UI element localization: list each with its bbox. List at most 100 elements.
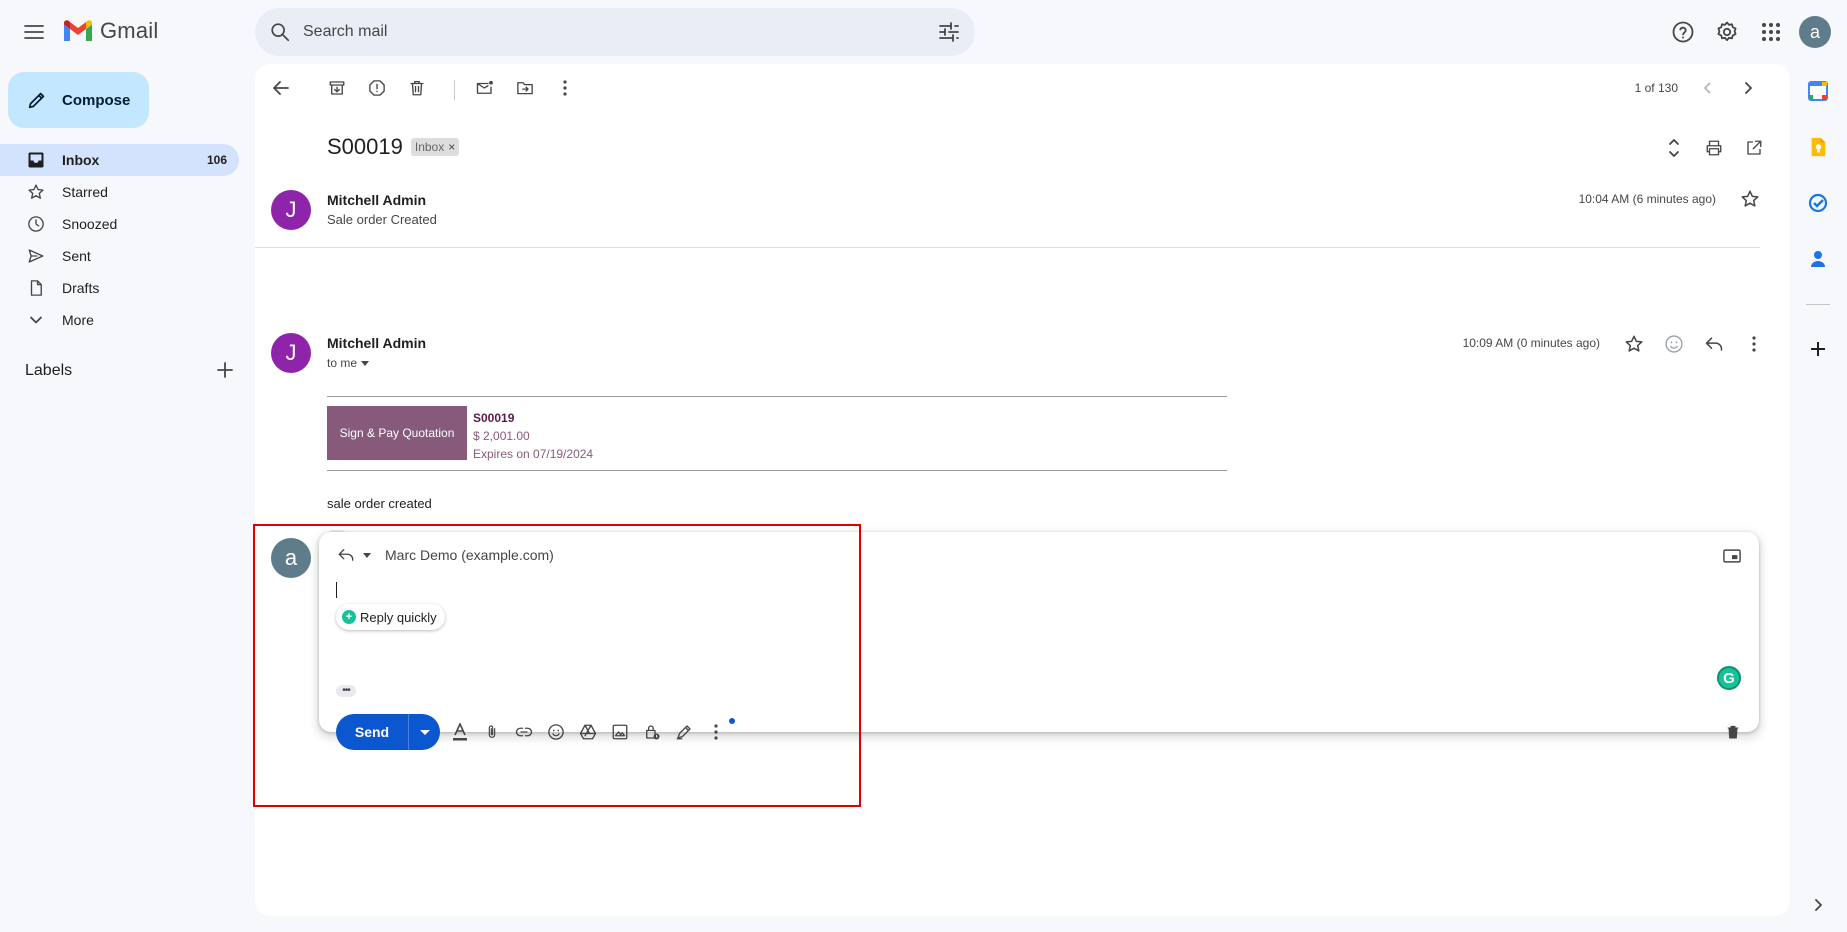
chevron-left-icon <box>1703 82 1711 94</box>
pagination-label: 1 of 130 <box>1634 81 1678 95</box>
collapsed-message[interactable]: J Mitchell Admin Sale order Created 10:0… <box>255 178 1760 248</box>
side-panel-rail <box>1790 64 1847 932</box>
reply-icon[interactable] <box>1704 334 1724 354</box>
draft-icon <box>26 278 46 298</box>
discard-draft-icon[interactable] <box>1725 723 1741 741</box>
chevron-right-icon <box>1745 82 1752 94</box>
menu-icon <box>24 25 44 39</box>
recipients-text: to me <box>327 356 358 370</box>
label-chip[interactable]: Inbox × <box>410 138 460 156</box>
top-bar: Gmail a <box>0 0 1847 64</box>
star-icon <box>26 182 46 202</box>
search-options-icon[interactable] <box>937 20 961 44</box>
move-to-button[interactable] <box>513 76 537 100</box>
pop-out-reply-icon[interactable] <box>1723 548 1741 564</box>
tasks-app-button[interactable] <box>1807 192 1829 214</box>
sidebar-item-drafts[interactable]: Drafts <box>0 272 239 304</box>
inbox-icon <box>26 150 46 170</box>
plus-icon <box>1811 342 1825 356</box>
trash-icon <box>410 80 424 96</box>
main-menu-button[interactable] <box>18 18 50 46</box>
contacts-app-button[interactable] <box>1807 248 1829 270</box>
message-snippet: Sale order Created <box>327 212 437 227</box>
calendar-app-button[interactable] <box>1807 80 1829 102</box>
google-apps-button[interactable] <box>1751 12 1791 52</box>
apps-grid-icon <box>1762 23 1780 41</box>
chevron-right-icon <box>1815 899 1822 911</box>
emoji-react-icon[interactable] <box>1664 334 1684 354</box>
pencil-icon <box>28 92 45 109</box>
top-right-actions: a <box>1659 12 1847 52</box>
sidebar-item-label: Drafts <box>62 280 100 296</box>
more-vert-icon <box>563 80 567 96</box>
message-time: 10:09 AM (0 minutes ago) <box>1462 336 1600 350</box>
sign-and-pay-button[interactable]: Sign & Pay Quotation <box>327 406 467 460</box>
subject-actions <box>1646 136 1766 160</box>
sender-avatar: J <box>271 190 311 230</box>
search-bar[interactable] <box>255 8 975 56</box>
grammarly-icon[interactable]: G <box>1717 666 1741 690</box>
caret-down-icon <box>361 360 370 366</box>
app-name: Gmail <box>100 18 159 43</box>
quotation-block: Sign & Pay Quotation S00019 $ 2,001.00 E… <box>327 396 1227 471</box>
help-icon <box>1672 21 1694 43</box>
sidebar-item-more[interactable]: More <box>0 304 239 336</box>
subject-title: S00019 <box>327 134 403 159</box>
unread-count: 106 <box>206 153 227 167</box>
keep-app-button[interactable] <box>1807 136 1829 158</box>
support-button[interactable] <box>1663 12 1703 52</box>
message-toolbar: 1 of 130 <box>255 64 1790 112</box>
sidebar-item-label: Inbox <box>62 152 100 168</box>
gmail-logo[interactable]: Gmail <box>62 18 158 44</box>
archive-icon <box>329 81 345 95</box>
clock-icon <box>26 214 46 234</box>
compose-label: Compose <box>62 91 131 109</box>
report-spam-button[interactable] <box>365 76 389 100</box>
search-input[interactable] <box>303 23 903 41</box>
sidebar-item-starred[interactable]: Starred <box>0 176 239 208</box>
message-time: 10:04 AM (6 minutes ago) <box>1578 192 1716 206</box>
account-avatar[interactable]: a <box>1799 16 1831 48</box>
compose-button[interactable]: Compose <box>8 72 149 128</box>
delete-button[interactable] <box>405 76 429 100</box>
older-button[interactable] <box>1736 76 1760 100</box>
open-in-new-icon <box>1747 140 1762 155</box>
star-icon[interactable] <box>1740 189 1760 209</box>
search-icon[interactable] <box>269 21 291 43</box>
open-new-window-button[interactable] <box>1742 136 1766 160</box>
add-label-icon[interactable] <box>215 360 235 380</box>
sidebar-item-label: More <box>62 312 94 328</box>
tasks-icon <box>1808 193 1828 213</box>
newer-button[interactable] <box>1696 76 1720 100</box>
show-side-panel-button[interactable] <box>1807 894 1829 916</box>
remove-label-icon[interactable]: × <box>448 140 455 154</box>
arrow-left-icon <box>273 81 289 95</box>
archive-button[interactable] <box>325 76 349 100</box>
highlight-annotation-box <box>253 524 861 807</box>
nav-list: Inbox 106 Starred Snoozed Sent Drafts Mo… <box>0 144 255 336</box>
more-vert-icon[interactable] <box>1752 336 1756 352</box>
subject-line: S00019 Inbox × <box>327 134 460 160</box>
labels-heading: Labels <box>25 362 73 379</box>
report-icon <box>369 80 385 96</box>
keep-icon <box>1811 137 1826 157</box>
settings-button[interactable] <box>1707 12 1747 52</box>
print-icon <box>1706 140 1722 156</box>
get-addons-button[interactable] <box>1807 338 1829 360</box>
sidebar-item-inbox[interactable]: Inbox 106 <box>0 144 239 176</box>
sidebar-item-sent[interactable]: Sent <box>0 240 239 272</box>
print-button[interactable] <box>1702 136 1726 160</box>
expand-all-button[interactable] <box>1662 136 1686 160</box>
sidebar-item-label: Starred <box>62 184 108 200</box>
more-actions-button[interactable] <box>553 76 577 100</box>
star-icon[interactable] <box>1624 334 1644 354</box>
order-expiry: Expires on 07/19/2024 <box>473 447 594 461</box>
labels-section: Labels <box>25 362 235 380</box>
mark-unread-icon <box>476 80 493 94</box>
recipients-toggle[interactable]: to me <box>327 356 370 370</box>
back-button[interactable] <box>269 76 293 100</box>
label-chip-text: Inbox <box>414 140 445 154</box>
mark-unread-button[interactable] <box>473 76 497 100</box>
sidebar-item-snoozed[interactable]: Snoozed <box>0 208 239 240</box>
order-reference: S00019 <box>473 411 515 425</box>
